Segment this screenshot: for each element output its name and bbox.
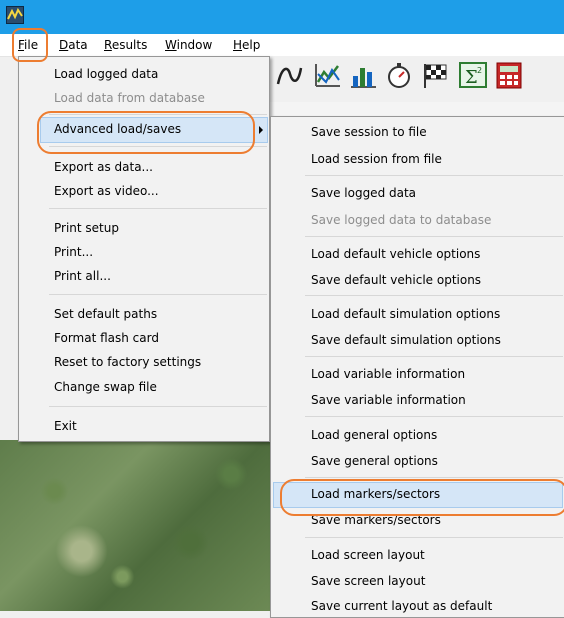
menu-item-load-session-from-file[interactable]: Load session from file xyxy=(311,148,442,170)
menu-item-save-current-layout-as-default[interactable]: Save current layout as default xyxy=(311,595,492,617)
menu-item-save-default-simulation-options[interactable]: Save default simulation options xyxy=(311,329,501,351)
separator xyxy=(305,477,563,478)
menu-item-export-as-video[interactable]: Export as video... xyxy=(54,180,159,202)
menu-item-save-default-vehicle-options[interactable]: Save default vehicle options xyxy=(311,269,481,291)
menu-item-reset-factory-settings[interactable]: Reset to factory settings xyxy=(54,351,201,373)
svg-text:Σ: Σ xyxy=(465,67,478,88)
xy-plot-icon[interactable] xyxy=(312,60,342,90)
menu-bar: File Data Results Window Help xyxy=(0,34,564,57)
stopwatch-icon[interactable] xyxy=(384,60,414,90)
menu-item-save-variable-information[interactable]: Save variable information xyxy=(311,389,466,411)
separator xyxy=(305,416,563,417)
menu-item-load-screen-layout[interactable]: Load screen layout xyxy=(311,544,425,566)
menu-item-set-default-paths[interactable]: Set default paths xyxy=(54,303,157,325)
menu-item-load-general-options[interactable]: Load general options xyxy=(311,424,437,446)
separator xyxy=(305,356,563,357)
menu-results[interactable]: Results xyxy=(104,37,147,53)
separator xyxy=(305,175,563,176)
file-menu-callout xyxy=(12,28,48,62)
menu-item-load-default-simulation-options[interactable]: Load default simulation options xyxy=(311,303,500,325)
menu-item-change-swap-file[interactable]: Change swap file xyxy=(54,376,157,398)
load-markers-sectors-callout xyxy=(280,479,564,516)
menu-item-save-screen-layout[interactable]: Save screen layout xyxy=(311,570,425,592)
menu-item-format-flash-card[interactable]: Format flash card xyxy=(54,327,159,349)
menu-data[interactable]: Data xyxy=(59,37,88,53)
sigma-icon[interactable]: Σ2 xyxy=(458,60,488,90)
menu-window[interactable]: Window xyxy=(165,37,212,53)
menu-help[interactable]: Help xyxy=(233,37,260,53)
line-graph-icon[interactable] xyxy=(274,60,304,90)
calculator-icon[interactable] xyxy=(494,60,524,90)
title-bar xyxy=(0,0,564,34)
menu-item-load-data-from-database: Load data from database xyxy=(54,91,205,105)
advanced-load-saves-submenu: Save session to file Load session from f… xyxy=(270,116,564,618)
menu-item-save-session-to-file[interactable]: Save session to file xyxy=(311,121,427,143)
submenu-arrow-icon xyxy=(259,126,263,134)
separator xyxy=(49,294,267,295)
separator xyxy=(49,406,267,407)
svg-text:2: 2 xyxy=(477,66,482,75)
menu-item-load-logged-data[interactable]: Load logged data xyxy=(54,63,158,85)
menu-item-save-logged-data[interactable]: Save logged data xyxy=(311,182,416,204)
bar-chart-icon[interactable] xyxy=(348,60,378,90)
map-view[interactable] xyxy=(0,440,272,611)
menu-item-print[interactable]: Print... xyxy=(54,241,93,263)
checkered-flag-icon[interactable] xyxy=(420,60,450,90)
menu-item-load-default-vehicle-options[interactable]: Load default vehicle options xyxy=(311,243,480,265)
menu-item-exit[interactable]: Exit xyxy=(54,415,77,437)
menu-item-print-all[interactable]: Print all... xyxy=(54,265,111,287)
secondary-toolbar xyxy=(268,102,564,116)
menu-item-export-as-data[interactable]: Export as data... xyxy=(54,156,153,178)
menu-item-save-logged-data-to-database: Save logged data to database xyxy=(311,213,492,227)
separator xyxy=(49,208,267,209)
separator xyxy=(305,295,563,296)
separator xyxy=(305,236,563,237)
separator xyxy=(305,537,563,538)
menu-item-save-general-options[interactable]: Save general options xyxy=(311,450,438,472)
toolbar: Σ2 xyxy=(268,56,564,102)
advanced-load-saves-callout xyxy=(37,111,255,154)
app-icon[interactable] xyxy=(6,6,24,24)
menu-item-print-setup[interactable]: Print setup xyxy=(54,217,119,239)
menu-item-load-variable-information[interactable]: Load variable information xyxy=(311,363,465,385)
